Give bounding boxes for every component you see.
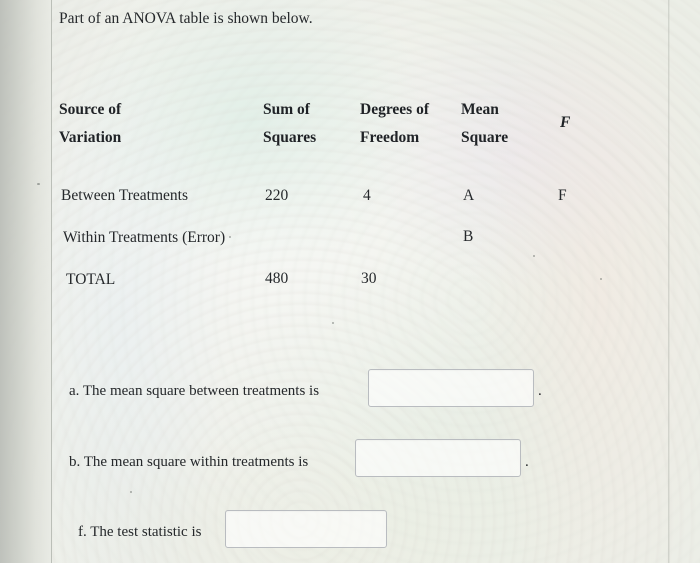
table-row-1-f: F (558, 187, 567, 204)
table-header-df-line1: Degrees of (360, 101, 430, 118)
table-header-f: F (560, 114, 571, 131)
question-b-period: . (525, 454, 529, 470)
table-header-meansquare-line2: Square (461, 129, 509, 146)
intro-text: Part of an ANOVA table is shown below. (59, 10, 313, 27)
question-f-input[interactable] (225, 510, 387, 548)
question-b-label: b. The mean square within treatments is (69, 454, 309, 470)
table-row-1-source: Between Treatments (61, 187, 188, 204)
page-speck (332, 322, 334, 324)
page-speck (533, 255, 535, 257)
question-a-period: . (538, 383, 542, 399)
question-a-label: a. The mean square between treatments is (69, 383, 320, 399)
page-speck (600, 278, 602, 280)
question-f-label: f. The test statistic is (78, 524, 202, 540)
table-row-3-degrees-of-freedom: 30 (361, 270, 377, 287)
table-header-sumsquares-line2: Squares (263, 129, 317, 146)
table-header-source-line2: Variation (59, 129, 122, 146)
table-row-3-source: TOTAL (66, 271, 116, 288)
table-row-1-mean-square: A (463, 187, 475, 204)
page-speck (37, 183, 40, 185)
table-header-meansquare-line1: Mean (461, 101, 499, 118)
table-row-1-sum-of-squares: 220 (265, 187, 289, 204)
scanned-page: Part of an ANOVA table is shown below. S… (0, 0, 700, 563)
table-header-sumsquares-line1: Sum of (263, 101, 310, 118)
table-row-2-source: Within Treatments (Error) (63, 229, 226, 246)
table-row-2-mean-square: B (463, 228, 474, 245)
table-header-df-line2: Freedom (360, 129, 420, 146)
page-speck (130, 491, 132, 493)
document-content: Part of an ANOVA table is shown below. S… (0, 0, 700, 563)
table-header-source-line1: Source of (59, 101, 122, 118)
question-b-input[interactable] (355, 439, 521, 477)
table-row-3-sum-of-squares: 480 (265, 270, 289, 287)
question-a-input[interactable] (368, 369, 534, 407)
table-row-1-degrees-of-freedom: 4 (363, 187, 371, 204)
page-speck (229, 236, 231, 238)
